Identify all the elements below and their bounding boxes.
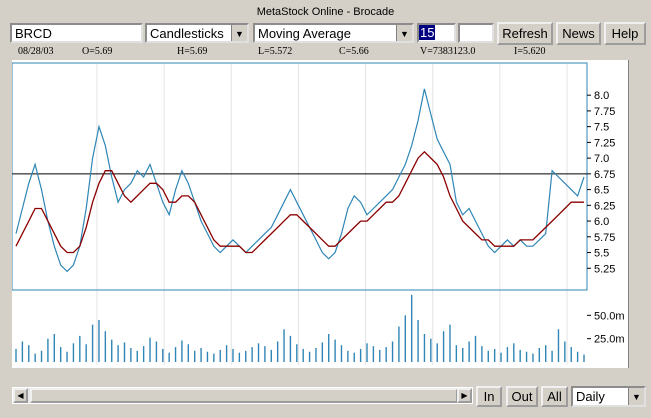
price-tick-label: 6.5 (594, 185, 609, 197)
help-button[interactable]: Help (604, 22, 646, 45)
period-select-value: Daily (576, 389, 605, 404)
price-tick-label: 7.25 (594, 137, 615, 149)
chevron-down-icon[interactable]: ▼ (231, 25, 247, 41)
scroll-left-icon[interactable]: ◀ (13, 388, 28, 403)
period-select[interactable]: Daily ▼ (571, 386, 646, 407)
news-button[interactable]: News (556, 22, 601, 45)
volume-tick-label: 25.0m (594, 334, 625, 346)
price-tick-label: 6.0 (594, 216, 609, 228)
price-tick-label: 5.75 (594, 232, 615, 244)
quote-open: O=5.69 (82, 46, 113, 57)
quote-volume: V=7383123.0 (420, 46, 476, 57)
window-title: MetaStock Online - Brocade (256, 6, 395, 18)
indicator-value: Moving Average (258, 26, 351, 41)
price-tick-label: 6.75 (594, 169, 615, 181)
indicator-select[interactable]: Moving Average ▼ (253, 23, 414, 43)
period-input[interactable]: 15 (417, 23, 456, 43)
scroll-thumb[interactable] (30, 388, 458, 403)
horizontal-scrollbar[interactable]: ◀ ▶ (12, 387, 473, 404)
price-tick-label: 5.25 (594, 263, 615, 275)
scroll-right-icon[interactable]: ▶ (457, 388, 472, 403)
refresh-button[interactable]: Refresh (497, 22, 553, 45)
chevron-down-icon[interactable]: ▼ (628, 388, 644, 405)
price-chart[interactable]: 8.0 7.75 7.5 7.25 7.0 6.75 6.5 6.25 6.0 5.75 5.5 5.… (12, 60, 629, 368)
chart-style-value: Candlesticks (150, 26, 224, 41)
quote-low: L=5.572 (258, 46, 293, 57)
symbol-input[interactable]: BRCD (10, 23, 143, 43)
quote-high: H=5.69 (177, 46, 208, 57)
quote-info-bar: 08/28/03 O=5.69 H=5.69 L=5.572 C=5.66 V=… (12, 46, 632, 60)
extra-input[interactable] (458, 23, 494, 43)
chevron-down-icon[interactable]: ▼ (396, 25, 412, 41)
quote-close: C=5.66 (339, 46, 369, 57)
zoom-out-button[interactable]: Out (506, 386, 538, 407)
price-tick-label: 6.25 (594, 200, 615, 212)
volume-tick-label: 50.0m (594, 310, 625, 322)
price-tick-label: 7.75 (594, 106, 615, 118)
quote-indicator: I=5.620 (514, 46, 546, 57)
price-tick-label: 7.0 (594, 153, 609, 165)
zoom-all-button[interactable]: All (541, 386, 568, 407)
chart-background (12, 60, 628, 368)
period-value: 15 (419, 25, 436, 40)
quote-date: 08/28/03 (18, 46, 54, 57)
price-tick-label: 7.5 (594, 122, 609, 134)
price-tick-label: 8.0 (594, 90, 609, 102)
price-tick-label: 5.5 (594, 248, 609, 260)
zoom-in-button[interactable]: In (476, 386, 502, 407)
chart-style-select[interactable]: Candlesticks ▼ (145, 23, 249, 43)
